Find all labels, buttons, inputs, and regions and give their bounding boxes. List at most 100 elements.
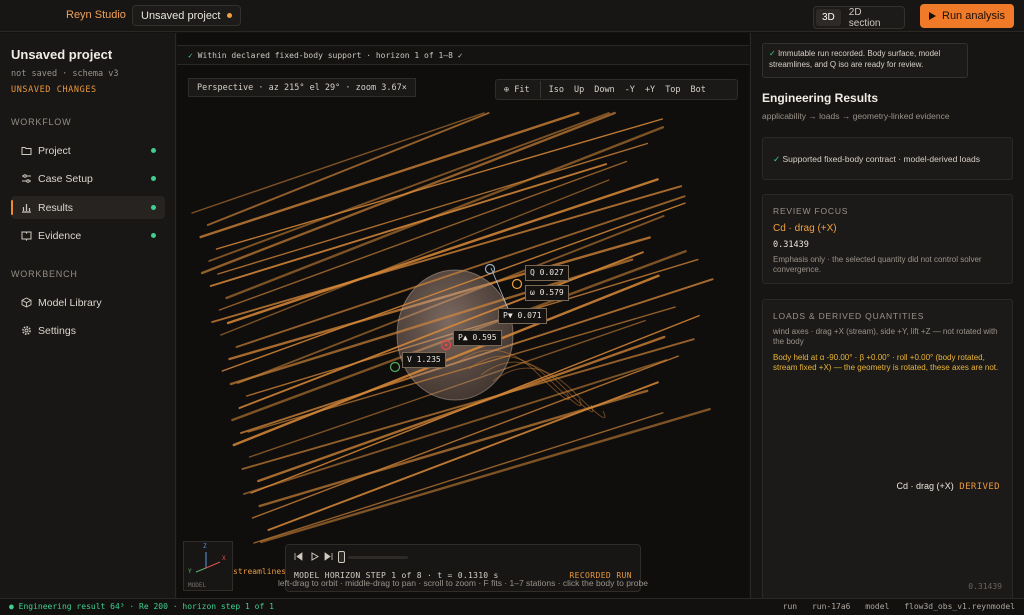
run-recorded-notice: ✓ Immutable run recorded. Body surface, …	[762, 43, 968, 78]
status-model-file: flow3d_obs_v1.reynmodel	[904, 602, 1015, 611]
probe-marker-q[interactable]	[484, 263, 496, 275]
contract-card: ✓ Supported fixed-body contract · model-…	[762, 137, 1013, 180]
streamlines-layer-tag[interactable]: streamlines	[233, 567, 286, 576]
unsaved-changes-badge: UNSAVED CHANGES	[11, 85, 97, 95]
play-icon	[929, 12, 936, 20]
view-3d-button[interactable]: 3D	[816, 9, 841, 26]
results-title: Engineering Results	[762, 91, 879, 105]
sidebar-item-label: Case Setup	[38, 172, 93, 185]
plus-y-view-button[interactable]: +Y	[640, 81, 660, 98]
workflow-header: WORKFLOW	[11, 117, 72, 127]
contract-text: Supported fixed-body contract · model-de…	[782, 154, 981, 164]
sidebar-item-label: Results	[38, 201, 74, 214]
probe-label-q: Q 0.027	[525, 265, 569, 281]
probe-label-omega: ω 0.579	[525, 285, 569, 301]
support-check-icon: ✓	[188, 51, 193, 60]
drag-value-cutoff: 0.31439	[968, 582, 1002, 591]
loads-header: LOADS & DERIVED QUANTITIES	[773, 311, 925, 321]
timeline-scrubber[interactable]	[348, 556, 408, 559]
wind-axes-note: wind axes · drag +X (stream), side +Y, l…	[773, 327, 998, 346]
sidebar-item-label: Project	[38, 144, 71, 157]
loads-card: LOADS & DERIVED QUANTITIES wind axes · d…	[762, 299, 1013, 598]
skip-back-icon[interactable]	[294, 552, 303, 563]
project-chip-label: Unsaved project	[141, 9, 221, 22]
streamline	[206, 112, 490, 226]
contract-check-icon: ✓	[773, 154, 781, 164]
notice-text: Immutable run recorded. Body surface, mo…	[769, 49, 941, 69]
view-presets-toolbar: ⊕ Fit Iso Up Down -Y +Y Top Bot	[495, 79, 738, 100]
review-focus-header: REVIEW FOCUS	[773, 206, 849, 216]
support-banner-text: Within declared fixed-body support · hor…	[197, 51, 463, 60]
workbench-header: WORKBENCH	[11, 269, 78, 279]
streamline	[253, 412, 664, 544]
derived-badge: DERIVED	[959, 482, 1000, 492]
review-quantity[interactable]: Cd · drag (+X)	[773, 223, 837, 234]
unsaved-dot-icon	[226, 13, 232, 18]
complete-status-icon	[151, 148, 156, 153]
status-model-label: model	[865, 602, 890, 611]
flow-scene[interactable]	[177, 33, 749, 598]
results-subtitle: applicability → loads → geometry-linked …	[762, 111, 950, 121]
cube-icon	[21, 297, 32, 308]
review-value: 0.31439	[773, 240, 809, 250]
iso-view-button[interactable]: Iso	[544, 81, 569, 98]
streamline	[199, 111, 580, 239]
timeline-handle[interactable]	[338, 551, 345, 563]
support-banner: ✓ Within declared fixed-body support · h…	[177, 45, 749, 65]
bottom-view-button[interactable]: Bot	[686, 81, 711, 98]
sidebar: Unsaved project not saved · schema v3 UN…	[0, 33, 176, 598]
view-2d-section-button[interactable]: 2D section	[843, 4, 902, 32]
3d-viewport[interactable]: ✓ Within declared fixed-body support · h…	[177, 33, 749, 598]
complete-status-icon	[151, 233, 156, 238]
project-title: Unsaved project	[11, 47, 113, 62]
streamline	[200, 111, 616, 275]
notice-check-icon: ✓	[769, 49, 776, 58]
sliders-icon	[21, 173, 32, 184]
run-analysis-button[interactable]: Run analysis	[920, 4, 1014, 28]
top-bar: Reyn Studio Unsaved project 3D 2D sectio…	[0, 0, 1024, 32]
probe-marker-v[interactable]	[389, 361, 401, 373]
probe-label-v: V 1.235	[402, 352, 446, 368]
sidebar-item-label: Model Library	[38, 296, 102, 309]
drag-readout-label: Cd · drag (+X)	[896, 481, 954, 491]
status-engineering-result: ● Engineering result 64³ · Re 200 · hori…	[9, 602, 274, 611]
sidebar-item-settings[interactable]: Settings	[11, 319, 165, 342]
interaction-hint: left-drag to orbit · middle-drag to pan …	[278, 578, 648, 588]
sidebar-item-model-library[interactable]: Model Library	[11, 291, 165, 314]
streamline	[191, 112, 485, 214]
body-orientation-warning: Body held at α -90.00° · β +0.00° · roll…	[773, 353, 999, 372]
status-run-id: run-17a6	[811, 602, 851, 611]
up-view-button[interactable]: Up	[569, 81, 589, 98]
project-subtitle: not saved · schema v3	[11, 69, 119, 79]
camera-readout: Perspective · az 215° el 29° · zoom 3.67…	[188, 78, 416, 97]
brand-name: Reyn Studio	[66, 9, 126, 21]
complete-status-icon	[151, 205, 156, 210]
book-icon	[21, 230, 32, 242]
probe-label-p-max: P▲ 0.595	[453, 330, 502, 346]
gizmo-x-label: X	[222, 555, 226, 562]
gizmo-y-label: Y	[188, 568, 192, 575]
status-bar: ● Engineering result 64³ · Re 200 · hori…	[0, 598, 1024, 615]
review-focus-card[interactable]: REVIEW FOCUS Cd · drag (+X) 0.31439 Emph…	[762, 194, 1013, 284]
view-mode-toggle: 3D 2D section	[813, 6, 905, 29]
run-analysis-label: Run analysis	[942, 10, 1005, 22]
contract-text-row: ✓ Supported fixed-body contract · model-…	[773, 154, 980, 165]
status-run-info: run run-17a6 model flow3d_obs_v1.reynmod…	[773, 602, 1015, 611]
skip-forward-icon[interactable]	[324, 552, 333, 563]
sidebar-item-evidence[interactable]: Evidence	[11, 224, 165, 247]
play-icon[interactable]	[310, 552, 319, 563]
top-view-button[interactable]: Top	[660, 81, 685, 98]
probe-marker-w[interactable]	[511, 278, 523, 290]
review-note: Emphasis only · the selected quantity di…	[773, 255, 982, 274]
sidebar-item-results[interactable]: Results	[11, 196, 165, 219]
sidebar-item-label: Evidence	[38, 229, 82, 242]
down-view-button[interactable]: Down	[589, 81, 619, 98]
gizmo-z-label: Z	[203, 543, 207, 550]
drag-coefficient-readout[interactable]: Cd · drag (+X) DERIVED	[896, 481, 1000, 492]
sidebar-item-case-setup[interactable]: Case Setup	[11, 167, 165, 190]
sidebar-item-project[interactable]: Project	[11, 139, 165, 162]
fit-view-button[interactable]: ⊕ Fit	[499, 81, 541, 98]
status-run-label: run	[782, 602, 798, 611]
minus-y-view-button[interactable]: -Y	[620, 81, 640, 98]
project-chip[interactable]: Unsaved project	[132, 5, 241, 26]
